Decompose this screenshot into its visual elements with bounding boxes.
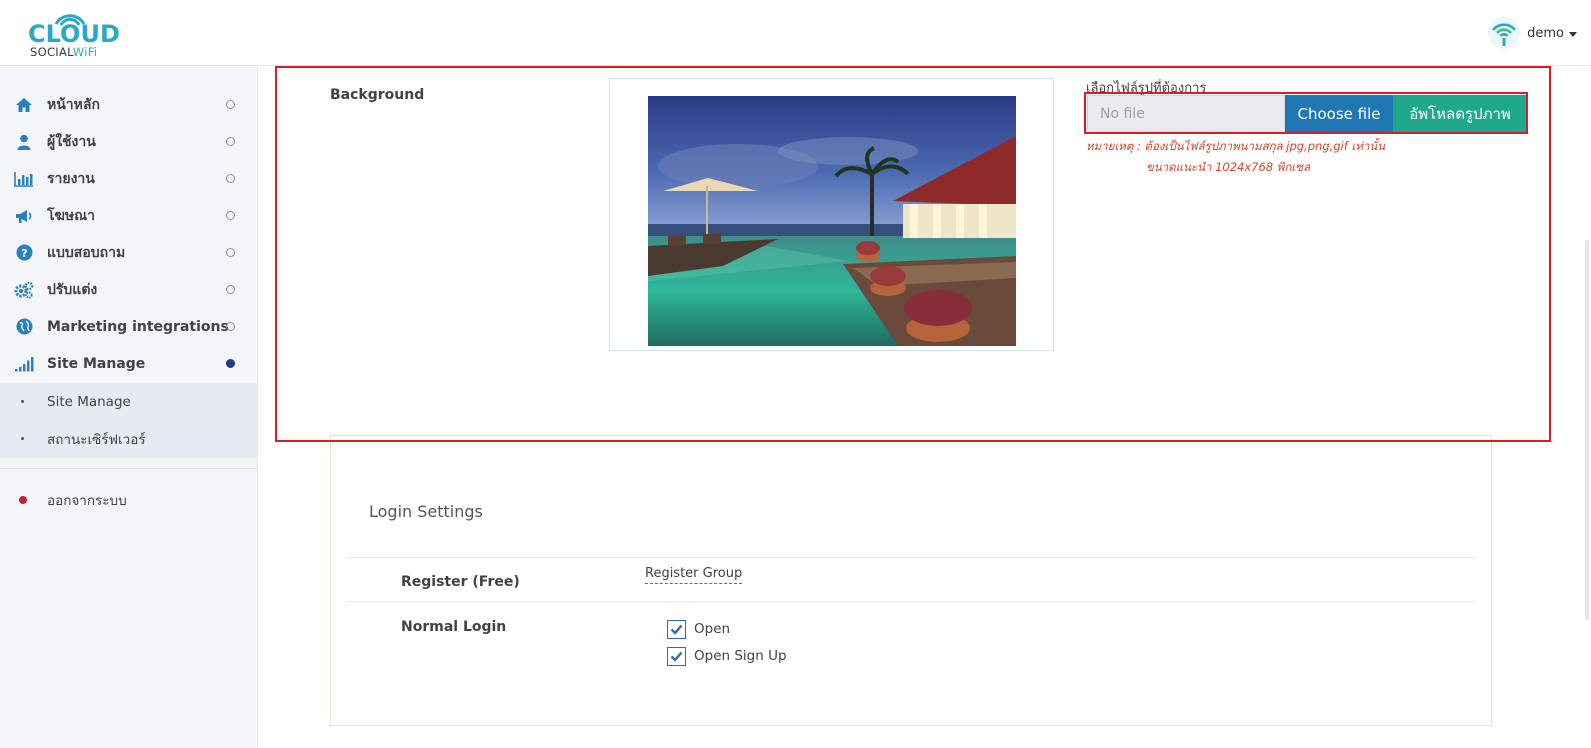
register-label: Register (Free) (401, 574, 520, 590)
sidebar-item-survey[interactable]: ? แบบสอบถาม (0, 234, 258, 271)
option-open[interactable]: Open (667, 619, 730, 639)
home-icon (13, 95, 35, 115)
status-dot (226, 211, 235, 220)
svg-text:?: ? (21, 247, 27, 260)
top-header: CLOUD SOCIALWiFi demo (0, 0, 1591, 66)
status-dot (226, 137, 235, 146)
highlight-box (1084, 92, 1528, 134)
question-icon: ? (13, 243, 35, 263)
sidebar-item-marketing-integrations[interactable]: Marketing integrations (0, 308, 258, 345)
divider (0, 468, 258, 469)
option-open-sign-up[interactable]: Open Sign Up (667, 646, 787, 666)
normal-login-label: Normal Login (401, 619, 507, 635)
signal-icon (13, 354, 35, 374)
logout-dot-icon (19, 495, 27, 504)
login-settings-title: Login Settings (369, 502, 483, 521)
submenu-item-site-manage[interactable]: Site Manage (0, 383, 258, 420)
status-dot (226, 322, 235, 331)
divider (346, 557, 1476, 558)
sidebar-item-label: ผู้ใช้งาน (47, 133, 96, 150)
open-checkbox[interactable] (667, 619, 686, 639)
wifi-icon (1488, 17, 1521, 49)
register-group-link[interactable]: Register Group (645, 566, 743, 584)
gears-icon (13, 280, 35, 300)
status-dot (226, 100, 235, 109)
sidebar: หน้าหลัก ผู้ใช้งาน รายงาน โฆษณา ? แบบสอบ… (0, 67, 258, 748)
sidebar-item-home[interactable]: หน้าหลัก (0, 86, 258, 123)
globe-icon (13, 317, 35, 337)
logout-label: ออกจากระบบ (47, 492, 127, 509)
sidebar-item-users[interactable]: ผู้ใช้งาน (0, 123, 258, 160)
submenu-item-label: Site Manage (47, 393, 131, 410)
sidebar-item-label: รายงาน (47, 170, 95, 187)
status-dot (226, 285, 235, 294)
app-logo[interactable]: CLOUD SOCIALWiFi (26, 6, 120, 59)
option-label: Open Sign Up (694, 648, 787, 664)
user-icon (13, 132, 35, 152)
sidebar-item-label: Marketing integrations (47, 318, 229, 335)
caret-down-icon (1569, 31, 1577, 37)
status-dot (226, 174, 235, 183)
sidebar-item-ads[interactable]: โฆษณา (0, 197, 258, 234)
open-sign-up-checkbox[interactable] (667, 646, 686, 666)
bar-chart-icon (13, 169, 35, 189)
option-label: Open (694, 621, 731, 637)
check-icon (670, 624, 683, 635)
logo-wordmark: CLOUD (28, 20, 120, 48)
bullet-icon (21, 437, 24, 440)
check-icon (670, 651, 683, 662)
active-dot (226, 359, 235, 368)
status-dot (226, 248, 235, 257)
logout-button[interactable]: ออกจากระบบ (0, 481, 258, 518)
sidebar-item-label: Site Manage (47, 355, 146, 372)
logo-subtitle: SOCIALWiFi (30, 45, 98, 59)
user-menu[interactable]: demo (1487, 16, 1577, 50)
sidebar-item-label: โฆษณา (47, 207, 95, 224)
sidebar-item-reports[interactable]: รายงาน (0, 160, 258, 197)
sidebar-item-site-manage[interactable]: Site Manage (0, 345, 258, 382)
megaphone-icon (13, 206, 35, 226)
bullet-icon (21, 400, 24, 403)
sidebar-item-settings[interactable]: ปรับแต่ง (0, 271, 258, 308)
scrollbar-thumb[interactable] (1585, 240, 1589, 620)
sidebar-item-label: ปรับแต่ง (47, 281, 98, 298)
sidebar-submenu: Site Manage สถานะเซิร์ฟเวอร์ (0, 383, 258, 458)
user-name: demo (1527, 25, 1564, 41)
sidebar-item-label: หน้าหลัก (47, 96, 100, 113)
submenu-item-server-status[interactable]: สถานะเซิร์ฟเวอร์ (0, 420, 258, 457)
sidebar-item-label: แบบสอบถาม (47, 244, 126, 261)
divider (346, 601, 1476, 602)
submenu-item-label: สถานะเซิร์ฟเวอร์ (47, 431, 146, 448)
